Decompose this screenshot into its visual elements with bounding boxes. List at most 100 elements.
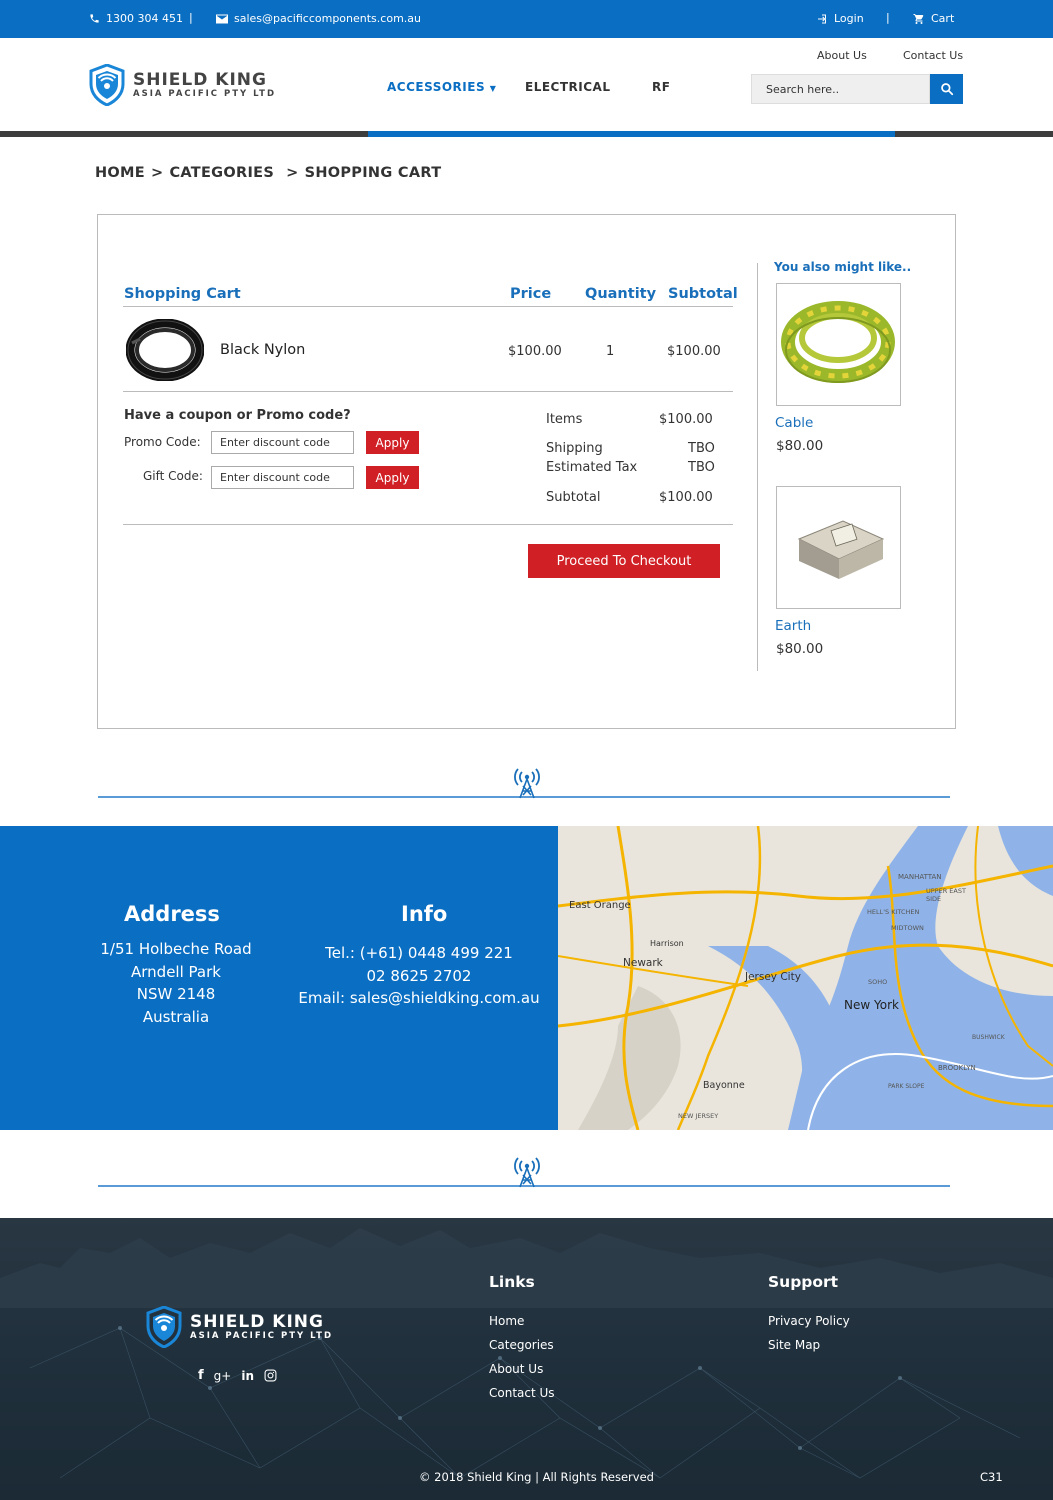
location-map[interactable]: East Orange Harrison Newark Jersey City … (558, 826, 1053, 1130)
map-label: Bayonne (703, 1080, 745, 1091)
col-subtotal: Subtotal (668, 286, 738, 302)
earth-box-image (797, 520, 885, 579)
login-link[interactable]: Login (816, 12, 864, 25)
promo-code-label: Promo Code: (124, 435, 201, 449)
phone-contact[interactable]: 1300 304 451 (89, 12, 183, 25)
info-phone-2[interactable]: 02 8625 2702 (284, 965, 554, 988)
product-name[interactable]: Black Nylon (220, 342, 305, 358)
summary-subtotal-value: $100.00 (659, 490, 713, 505)
summary-items-label: Items (546, 412, 583, 427)
cable-coil-image (781, 301, 895, 383)
cart-panel: Shopping Cart Price Quantity Subtotal Bl… (97, 214, 956, 729)
nav-rf[interactable]: RF (652, 80, 670, 94)
linkedin-icon[interactable]: in (241, 1369, 254, 1383)
footer-link-categories[interactable]: Categories (489, 1338, 554, 1352)
footer-support-title: Support (768, 1273, 839, 1291)
breadcrumb-current: SHOPPING CART (304, 165, 442, 181)
footer-brand-name: SHIELD KING (190, 1311, 324, 1332)
summary-items-value: $100.00 (659, 412, 713, 427)
col-quantity: Quantity (585, 286, 657, 302)
nav-accessories[interactable]: ACCESSORIES ▼ (387, 80, 496, 94)
breadcrumb-home[interactable]: HOME (95, 165, 145, 181)
cart-link[interactable]: Cart (913, 12, 954, 25)
social-links: f g+ in (198, 1368, 277, 1383)
divider (123, 391, 733, 392)
footer-links-title: Links (489, 1273, 535, 1291)
search-input[interactable] (751, 74, 930, 104)
header-underline-accent (368, 131, 895, 137)
proceed-to-checkout-button[interactable]: Proceed To Checkout (528, 544, 720, 578)
mail-icon (216, 14, 228, 23)
recommend-name-cable[interactable]: Cable (775, 415, 813, 431)
search-button[interactable] (930, 74, 963, 104)
map-label: Harrison (650, 939, 684, 948)
phone-icon (90, 14, 99, 23)
recommend-image-cable[interactable] (776, 283, 901, 406)
contact-us-link[interactable]: Contact Us (903, 49, 963, 62)
address-block: 1/51 Holbeche Road Arndell Park NSW 2148… (86, 938, 266, 1029)
topbar-divider: | (189, 11, 193, 24)
product-image[interactable] (125, 318, 205, 382)
recommend-image-earth[interactable] (776, 486, 901, 609)
facebook-icon[interactable]: f (198, 1368, 204, 1383)
summary-tax-value: TBO (688, 460, 715, 475)
recommend-price-earth: $80.00 (776, 641, 824, 657)
map-label: BUSHWICK (972, 1034, 1005, 1041)
search-box (751, 74, 963, 104)
phone-number: 1300 304 451 (106, 12, 183, 25)
contact-section: Address 1/51 Holbeche Road Arndell Park … (0, 826, 558, 1130)
info-email[interactable]: Email: sales@shieldking.com.au (284, 987, 554, 1010)
address-line: Arndell Park (131, 962, 221, 981)
breadcrumb: HOME > CATEGORIES > SHOPPING CART (95, 165, 441, 181)
product-quantity[interactable]: 1 (606, 344, 614, 359)
map-label: UPPER EAST SIDE (926, 887, 966, 903)
shield-logo-icon (89, 64, 125, 106)
address-line: 1/51 Holbeche Road (100, 940, 252, 958)
product-price: $100.00 (508, 344, 562, 359)
recommend-title: You also might like.. (774, 260, 912, 274)
cart-label: Cart (931, 12, 955, 25)
summary-tax-label: Estimated Tax (546, 460, 638, 475)
info-phone[interactable]: Tel.: (+61) 0448 499 221 (284, 942, 554, 965)
footer-brand-tagline: ASIA PACIFIC PTY LTD (190, 1330, 334, 1341)
brand-tagline: ASIA PACIFIC PTY LTD (133, 88, 277, 99)
apply-promo-button[interactable]: Apply (366, 431, 419, 454)
shield-logo-icon (146, 1306, 182, 1348)
top-bar: 1300 304 451 | sales@pacificcomponents.c… (0, 0, 1053, 38)
about-us-link[interactable]: About Us (817, 49, 867, 62)
address-line: NSW 2148 (136, 985, 216, 1004)
copyright: © 2018 Shield King | All Rights Reserved (419, 1470, 654, 1484)
instagram-icon[interactable] (264, 1369, 277, 1382)
footer-logo[interactable]: SHIELD KING ASIA PACIFIC PTY LTD (146, 1306, 333, 1348)
divider (123, 524, 733, 525)
header-underline (0, 131, 1053, 137)
divider (123, 306, 733, 307)
email-address: sales@pacificcomponents.com.au (234, 12, 421, 25)
map-label: New York (844, 998, 899, 1012)
search-icon (940, 83, 953, 96)
breadcrumb-categories[interactable]: CATEGORIES (169, 165, 274, 181)
gift-code-input[interactable] (211, 466, 354, 489)
vertical-divider (757, 263, 758, 671)
apply-gift-button[interactable]: Apply (366, 466, 419, 489)
recommend-name-earth[interactable]: Earth (775, 618, 811, 634)
email-contact[interactable]: sales@pacificcomponents.com.au (216, 12, 421, 25)
footer-link-contact[interactable]: Contact Us (489, 1386, 555, 1400)
footer-link-home[interactable]: Home (489, 1314, 524, 1328)
footer-link-sitemap[interactable]: Site Map (768, 1338, 820, 1352)
promo-code-input[interactable] (211, 431, 354, 454)
footer-link-about[interactable]: About Us (489, 1362, 543, 1376)
footer-link-privacy[interactable]: Privacy Policy (768, 1314, 850, 1328)
map-label: HELL'S KITCHEN (867, 908, 920, 916)
login-icon (818, 14, 826, 23)
chevron-down-icon: ▼ (489, 84, 497, 93)
login-label: Login (834, 12, 864, 25)
site-footer: SHIELD KING ASIA PACIFIC PTY LTD f g+ in… (0, 1218, 1053, 1500)
google-plus-icon[interactable]: g+ (214, 1369, 232, 1383)
breadcrumb-separator: > (151, 165, 164, 181)
site-logo[interactable]: SHIELD KING ASIA PACIFIC PTY LTD (89, 64, 276, 106)
breadcrumb-separator: > (286, 165, 299, 181)
nav-electrical[interactable]: ELECTRICAL (525, 80, 610, 94)
map-label: East Orange (569, 900, 631, 911)
coiled-cable-image (125, 318, 205, 382)
